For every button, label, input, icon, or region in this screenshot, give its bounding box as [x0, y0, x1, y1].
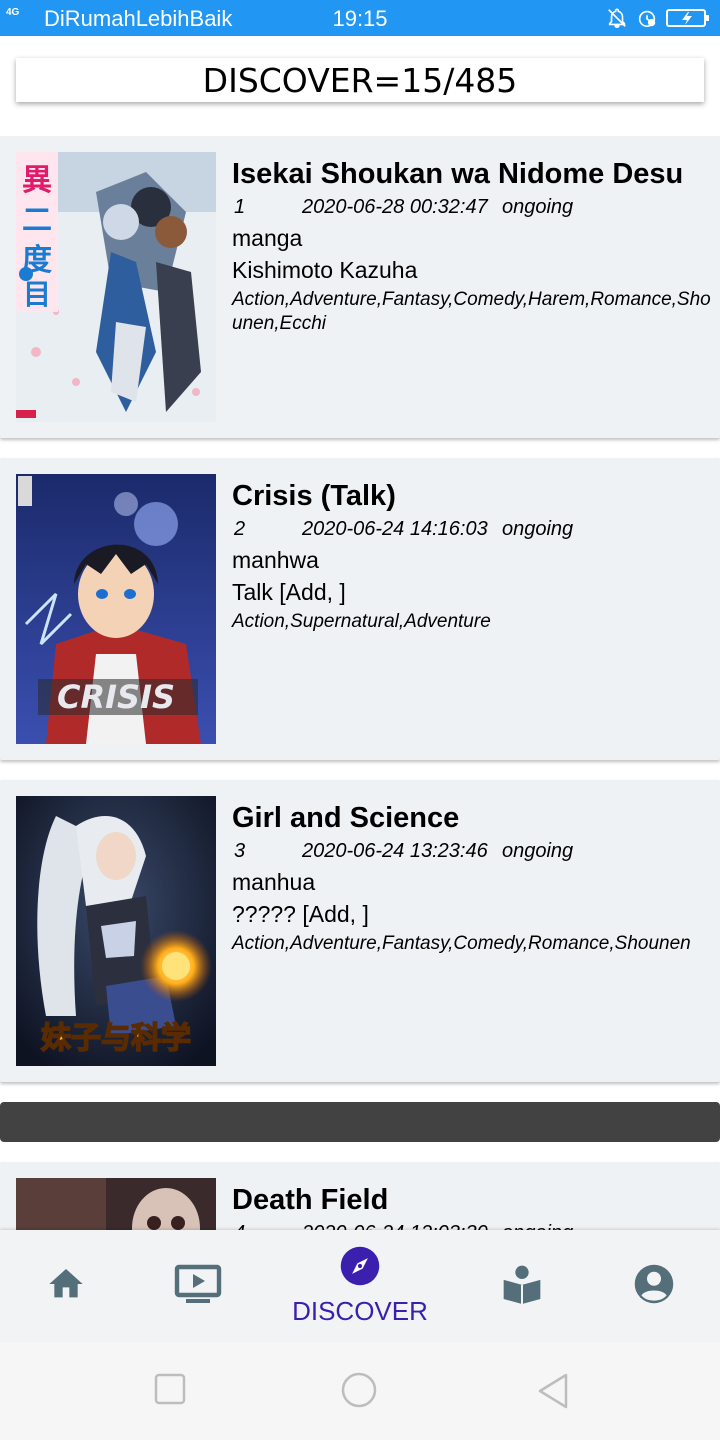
- item-date: 2020-06-24 14:16:03: [302, 518, 488, 540]
- item-info: Isekai Shoukan wa Nidome Desu 1 2020-06-…: [232, 156, 712, 336]
- item-title[interactable]: Girl and Science: [232, 800, 712, 836]
- item-date: 2020-06-24 12:03:30: [302, 1220, 488, 1230]
- item-info: Girl and Science 3 2020-06-24 13:23:46 o…: [232, 800, 712, 956]
- item-status: ongoing: [502, 518, 574, 540]
- item-status: ongoing: [502, 196, 574, 218]
- cover-image[interactable]: 異 二 度 目: [16, 152, 216, 422]
- discover-header: DISCOVER=15/485: [16, 58, 704, 102]
- item-info: Death Field 4 2020-06-24 12:03:30 ongoin…: [232, 1182, 712, 1230]
- item-type: manhua: [232, 869, 316, 895]
- list-item[interactable]: 妹子与科学 Girl and Science 3 2020-06-24 13:2…: [0, 780, 720, 1082]
- svg-text:目: 目: [23, 278, 51, 311]
- page-title: DISCOVER=15/485: [202, 60, 518, 100]
- nav-home[interactable]: [26, 1230, 106, 1342]
- item-meta: 3 2020-06-24 13:23:46 ongoing: [232, 838, 712, 866]
- nav-video[interactable]: [158, 1230, 238, 1342]
- cover-image[interactable]: [16, 1178, 216, 1230]
- nav-account[interactable]: [614, 1230, 694, 1342]
- book-reader-icon: [502, 1263, 542, 1310]
- item-meta: 4 2020-06-24 12:03:30 ongoing: [232, 1220, 712, 1230]
- comic-list[interactable]: 異 二 度 目 Isekai Shoukan wa Nidome Desu 1 …: [0, 136, 720, 1230]
- item-meta: 2 2020-06-24 14:16:03 ongoing: [232, 516, 712, 544]
- item-type: manga: [232, 225, 303, 251]
- status-bar: 4G DiRumahLebihBaik 19:15: [0, 0, 720, 36]
- item-number: 4: [234, 1220, 245, 1230]
- cover-logo-text: CRISIS: [57, 678, 175, 716]
- item-number: 1: [234, 196, 246, 218]
- item-genres: Action,Adventure,Fantasy,Comedy,Romance,…: [232, 933, 691, 954]
- status-icons: [606, 6, 710, 30]
- list-item[interactable]: Death Field 4 2020-06-24 12:03:30 ongoin…: [0, 1162, 720, 1230]
- nav-discover[interactable]: DISCOVER: [280, 1230, 440, 1342]
- svg-text:異: 異: [22, 163, 52, 198]
- item-genres: Action,Supernatural,Adventure: [232, 611, 491, 632]
- item-info: Crisis (Talk) 2 2020-06-24 14:16:03 ongo…: [232, 478, 712, 634]
- home-icon: [45, 1264, 87, 1309]
- item-author: Talk [Add, ]: [232, 579, 346, 605]
- item-status: ongoing: [502, 1220, 573, 1230]
- cover-image[interactable]: 妹子与科学: [16, 796, 216, 1066]
- ad-banner[interactable]: [0, 1102, 720, 1142]
- home-button-icon[interactable]: [340, 1372, 378, 1413]
- nav-discover-label: DISCOVER: [292, 1296, 428, 1326]
- video-icon: [174, 1264, 222, 1309]
- item-meta: 1 2020-06-28 00:32:47 ongoing: [232, 194, 712, 222]
- nav-library[interactable]: [482, 1230, 562, 1342]
- list-item[interactable]: 異 二 度 目 Isekai Shoukan wa Nidome Desu 1 …: [0, 136, 720, 438]
- bottom-navigation: DISCOVER: [0, 1230, 720, 1342]
- item-title[interactable]: Death Field: [232, 1182, 712, 1218]
- cover-image[interactable]: CRISIS: [16, 474, 216, 744]
- item-status: ongoing: [502, 840, 574, 862]
- item-date: 2020-06-28 00:32:47: [302, 196, 488, 218]
- alarm-icon: [636, 7, 658, 29]
- item-title[interactable]: Isekai Shoukan wa Nidome Desu: [232, 156, 712, 192]
- back-icon[interactable]: [536, 1372, 570, 1415]
- item-author: ????? [Add, ]: [232, 901, 369, 927]
- cover-logo-text: 妹子与科学: [41, 1021, 191, 1056]
- compass-icon: [339, 1245, 381, 1292]
- item-genres: Action,Adventure,Fantasy,Comedy,Harem,Ro…: [232, 289, 711, 334]
- list-item[interactable]: CRISIS Crisis (Talk) 2 2020-06-24 14:16:…: [0, 458, 720, 760]
- battery-charging-icon: [666, 7, 710, 29]
- item-number: 2: [234, 518, 246, 540]
- item-number: 3: [234, 840, 246, 862]
- system-navigation-bar: [0, 1342, 720, 1440]
- svg-text:二: 二: [22, 203, 52, 238]
- item-author: Kishimoto Kazuha: [232, 257, 418, 283]
- account-icon: [633, 1263, 675, 1310]
- bell-off-icon: [606, 7, 628, 29]
- item-title[interactable]: Crisis (Talk): [232, 478, 712, 514]
- item-date: 2020-06-24 13:23:46: [302, 840, 488, 862]
- item-type: manhwa: [232, 547, 319, 573]
- recent-apps-icon[interactable]: [154, 1372, 186, 1413]
